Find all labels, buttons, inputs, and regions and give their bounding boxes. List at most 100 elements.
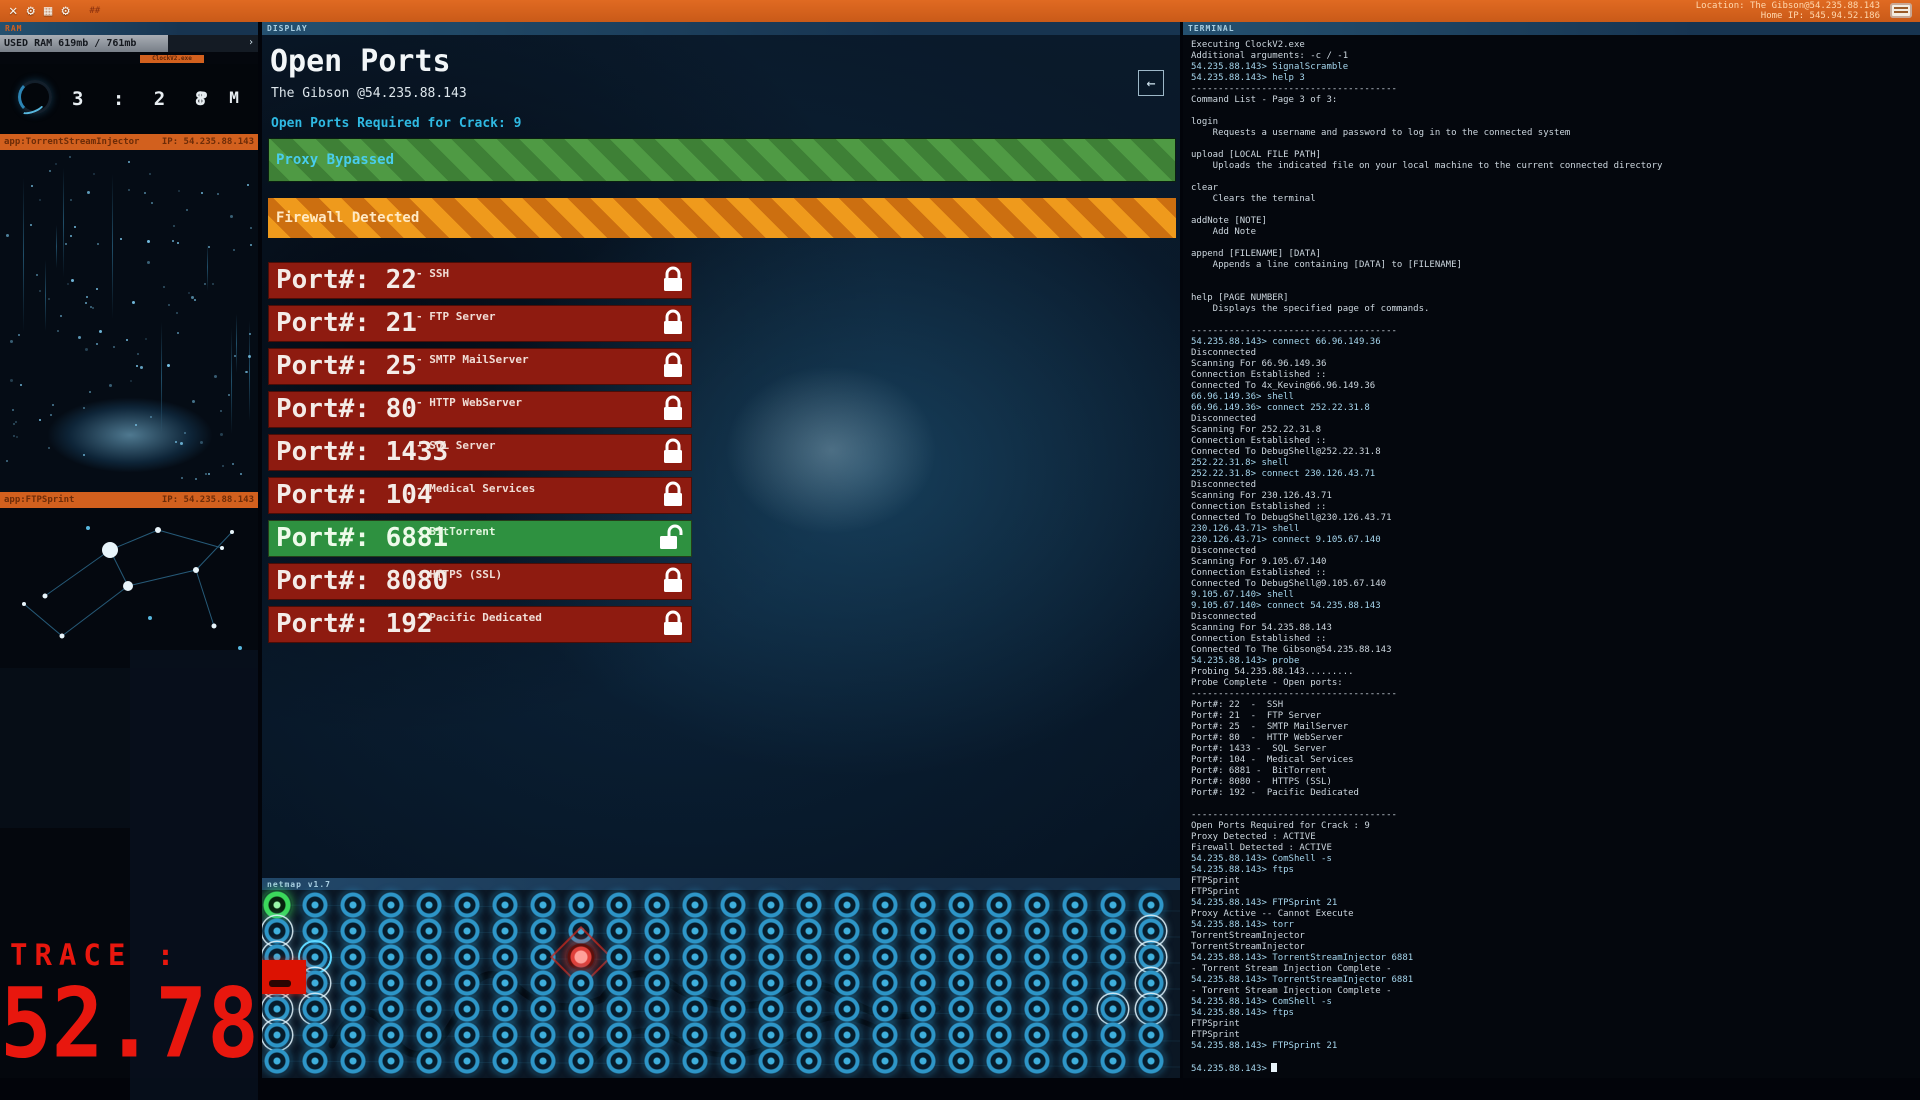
ram-expand-caret[interactable]: › (248, 37, 254, 48)
terminal-line: Executing ClockV2.exe (1191, 40, 1920, 51)
terminal-line: Connection Established :: (1191, 436, 1920, 447)
netmap-node[interactable] (262, 1046, 292, 1076)
particle-dot (39, 199, 41, 201)
netmap-node[interactable] (452, 1046, 482, 1076)
netmap-node[interactable] (490, 1046, 520, 1076)
port-row-1433[interactable]: Port#: 1433- SQL Server (268, 434, 692, 471)
port-row-8080[interactable]: Port#: 8080- HTTPS (SSL) (268, 563, 692, 600)
netmap-panel: netmap v1.7 (262, 878, 1180, 1078)
proxy-status-banner: Proxy Bypassed (268, 138, 1176, 182)
ram-usage-bar: USED RAM 619mb / 761mb › (0, 35, 258, 52)
particle-dot (230, 215, 233, 218)
terminal-line: -------------------------------------- (1191, 84, 1920, 95)
terminal-line: 66.96.149.36> shell (1191, 392, 1920, 403)
particle-dot (57, 330, 59, 332)
settings-gear-icon[interactable]: ⚙ (61, 0, 69, 22)
netmap-grid (262, 890, 1180, 1078)
terminal-line: 54.235.88.143> TorrentStreamInjector 688… (1191, 975, 1920, 986)
particle-dot (70, 235, 72, 237)
particle-dot (188, 292, 190, 294)
netmap-node[interactable] (300, 1046, 330, 1076)
terminal-line: 9.105.67.140> shell (1191, 590, 1920, 601)
netmap-node[interactable] (908, 1046, 938, 1076)
port-number: Port#: 104 (276, 480, 433, 510)
netmap-node[interactable] (946, 1046, 976, 1076)
netmap-node[interactable] (718, 1046, 748, 1076)
particle-dot (181, 477, 183, 479)
particle-dot (212, 283, 214, 285)
netmap-node[interactable] (1060, 1046, 1090, 1076)
netmap-node[interactable] (414, 1046, 444, 1076)
port-row-6881[interactable]: Port#: 6881- BitTorrent (268, 520, 692, 557)
particle-dot (67, 283, 69, 285)
terminal-line: Probing 54.235.88.143......... (1191, 667, 1920, 678)
port-number: Port#: 80 (276, 394, 417, 424)
terminal-line: Port#: 80 - HTTP WebServer (1191, 733, 1920, 744)
particle-dot (247, 184, 249, 186)
lock-icon (662, 266, 684, 298)
chat-icon[interactable] (1890, 3, 1912, 18)
particle-dot (12, 409, 14, 411)
netmap-node[interactable] (832, 1046, 862, 1076)
ram-panel: RAM USED RAM 619mb / 761mb › ClockV2.exe… (0, 22, 258, 1078)
netmap-node[interactable] (376, 1046, 406, 1076)
particle-dot (10, 379, 13, 382)
terminal-line (1191, 106, 1920, 117)
netmap-node[interactable] (794, 1046, 824, 1076)
memory-icon[interactable]: ▦ (44, 0, 52, 22)
port-row-22[interactable]: Port#: 22- SSH (268, 262, 692, 299)
terminal-prompt-line: 54.235.88.143> (1191, 1063, 1920, 1074)
netmap-node[interactable] (984, 1046, 1014, 1076)
port-row-192[interactable]: Port#: 192- Pacific Dedicated (268, 606, 692, 643)
port-label: - HTTP WebServer (416, 396, 522, 409)
clock-module: 3 : 2 8 P M (0, 64, 258, 134)
particle-dot (250, 227, 252, 229)
lock-icon (662, 352, 684, 384)
port-row-104[interactable]: Port#: 104- Medical Services (268, 477, 692, 514)
terminal-line: FTPSprint (1191, 887, 1920, 898)
netmap-node[interactable] (566, 1046, 596, 1076)
particle-dot (52, 404, 54, 406)
terminal-line: Port#: 22 - SSH (1191, 700, 1920, 711)
terminal-line: 54.235.88.143> ftps (1191, 865, 1920, 876)
particle-dot (250, 244, 252, 246)
terminal-input-area[interactable]: Executing ClockV2.exeAdditional argument… (1183, 35, 1920, 1078)
netmap-node[interactable] (1022, 1046, 1052, 1076)
particle-dot (96, 288, 98, 290)
module-header-torrentstreaminjector[interactable]: app:TorrentStreamInjector IP: 54.235.88.… (0, 134, 258, 150)
particle-dot (71, 279, 74, 282)
particle-dot (147, 240, 150, 243)
netmap-node[interactable] (870, 1046, 900, 1076)
module-header-ftpsprint[interactable]: app:FTPSprint IP: 54.235.88.143 (0, 492, 258, 508)
netmap-node[interactable] (604, 1046, 634, 1076)
gear-icon[interactable]: ⚙ (26, 0, 34, 22)
terminal-line: TorrentStreamInjector (1191, 942, 1920, 953)
terminal-line: Disconnected (1191, 480, 1920, 491)
particle-dot (86, 296, 88, 298)
netmap-disconnect-button[interactable] (262, 960, 306, 994)
particle-dot (240, 473, 242, 475)
terminal-line: FTPSprint (1191, 876, 1920, 887)
terminal-line: Connected To 4x_Kevin@66.96.149.36 (1191, 381, 1920, 392)
netmap-node[interactable] (1136, 1046, 1166, 1076)
particle-streak (231, 328, 232, 434)
close-icon[interactable]: ✕ (9, 0, 17, 22)
netmap-node[interactable] (528, 1046, 558, 1076)
netmap-node[interactable] (642, 1046, 672, 1076)
netmap-node[interactable] (1098, 1046, 1128, 1076)
particle-dot (150, 416, 152, 418)
netmap-node[interactable] (680, 1046, 710, 1076)
ram-running-app[interactable]: ClockV2.exe (140, 55, 204, 63)
port-row-80[interactable]: Port#: 80- HTTP WebServer (268, 391, 692, 428)
terminal-line (1191, 1052, 1920, 1063)
display-back-button[interactable]: ← (1138, 70, 1164, 96)
location-line: Location: The Gibson@54.235.88.143 (1696, 1, 1880, 11)
particle-dot (172, 240, 174, 242)
port-row-25[interactable]: Port#: 25- SMTP MailServer (268, 348, 692, 385)
netmap-node[interactable] (338, 1046, 368, 1076)
terminal-line: Command List - Page 3 of 3: (1191, 95, 1920, 106)
port-label: - Medical Services (416, 482, 535, 495)
netmap-node[interactable] (756, 1046, 786, 1076)
port-row-21[interactable]: Port#: 21- FTP Server (268, 305, 692, 342)
display-panel: DISPLAY Open Ports The Gibson @54.235.88… (262, 22, 1180, 878)
